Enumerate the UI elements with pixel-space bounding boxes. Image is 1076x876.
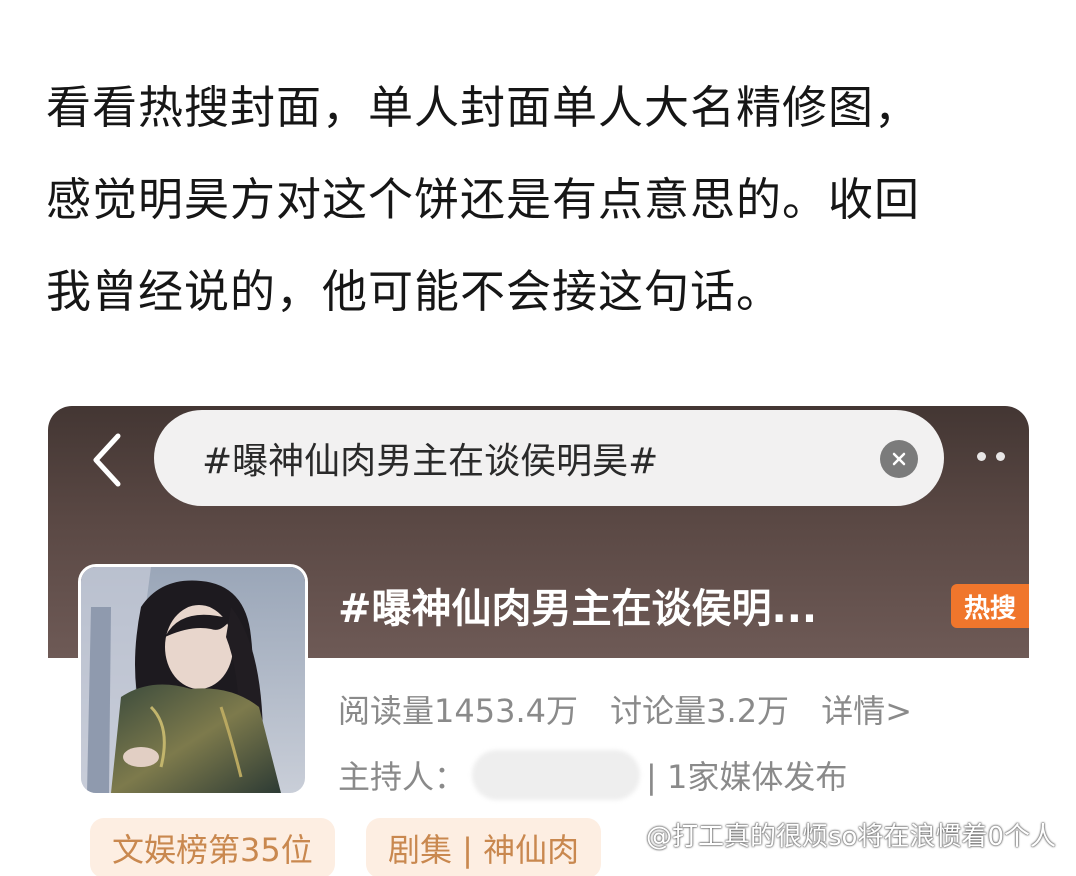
topic-cover-image[interactable] [78,564,308,796]
weibo-watermark: @打工真的很烦so将在浪惯着0个人 [612,816,1056,853]
chevron-left-icon [93,433,121,487]
topic-title[interactable]: #曝神仙肉男主在谈侯明... [338,576,817,634]
close-icon [892,452,906,466]
cover-portrait-image [81,567,305,793]
post-text-line: 看看热搜封面，单人封面单人大名精修图， [46,81,921,134]
read-count: 阅读量1453.4万 [338,692,578,730]
back-button[interactable] [86,430,126,490]
hot-badge: 热搜 [951,584,1029,628]
category-tag[interactable]: 剧集 | 神仙肉 [366,818,602,876]
post-text: 看看热搜封面，单人封面单人大名精修图， 感觉明昊方对这个饼还是有点意思的。收回 … [46,62,1036,338]
media-count: | 1家媒体发布 [646,758,848,796]
search-query-text: #曝神仙肉男主在谈侯明昊# [202,441,659,482]
discussion-count: 讨论量3.2万 [610,692,790,730]
search-input[interactable]: #曝神仙肉男主在谈侯明昊# [154,410,944,506]
details-link[interactable]: 详情> [821,692,912,730]
weibo-logo-icon [613,824,640,846]
more-options-button[interactable] [977,446,1021,466]
host-name-redacted [472,750,641,800]
dot-icon [977,451,986,461]
host-label: 主持人： [338,758,467,796]
topic-stats: 阅读量1453.4万 讨论量3.2万 详情> [338,686,934,732]
post-text-line: 我曾经说的，他可能不会接这句话。 [46,265,783,318]
dot-icon [996,451,1005,461]
host-row: 主持人： | 1家媒体发布 [338,750,847,800]
screenshot-card: #曝神仙肉男主在谈侯明昊# #曝神仙肉男主在谈侯明... 热搜 阅读量1453.… [48,406,1029,876]
rank-tag[interactable]: 文娱榜第35位 [90,818,335,876]
post-text-line: 感觉明昊方对这个饼还是有点意思的。收回 [46,173,921,226]
watermark-text: @打工真的很烦so将在浪惯着0个人 [646,822,1056,852]
clear-search-button[interactable] [880,440,918,478]
